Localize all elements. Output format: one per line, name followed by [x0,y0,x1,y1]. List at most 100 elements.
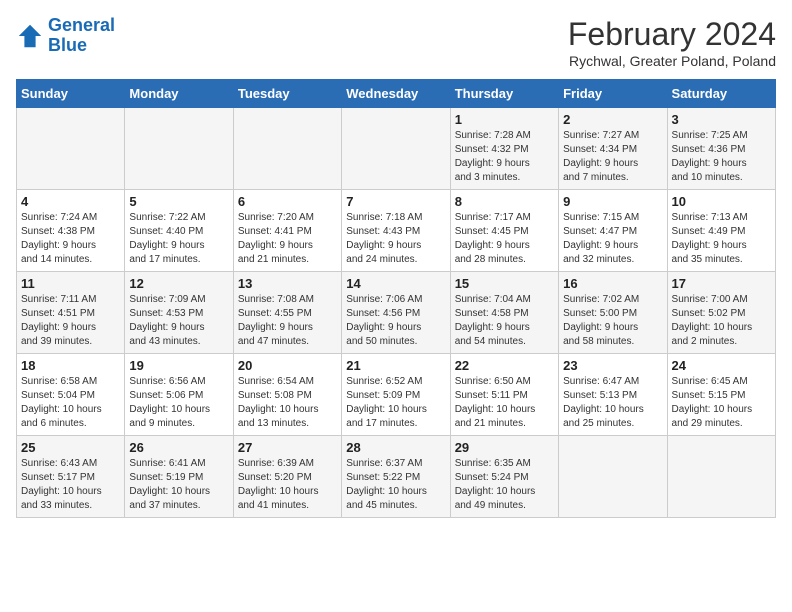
day-info: Sunrise: 6:37 AM Sunset: 5:22 PM Dayligh… [346,457,445,513]
weekday-header: Friday [559,80,667,108]
day-number: 18 [21,358,120,373]
calendar-cell [17,108,125,190]
day-number: 7 [346,194,445,209]
calendar-cell: 20 Sunrise: 6:54 AM Sunset: 5:08 PM Dayli… [233,354,341,436]
day-number: 8 [455,194,554,209]
day-number: 11 [21,276,120,291]
location-title: Rychwal, Greater Poland, Poland [568,53,776,69]
day-number: 26 [129,440,228,455]
calendar-cell: 24 Sunrise: 6:45 AM Sunset: 5:15 PM Dayli… [667,354,775,436]
day-number: 23 [563,358,662,373]
day-number: 22 [455,358,554,373]
calendar-cell: 18 Sunrise: 6:58 AM Sunset: 5:04 PM Dayli… [17,354,125,436]
day-info: Sunrise: 7:04 AM Sunset: 4:58 PM Dayligh… [455,293,554,349]
day-number: 29 [455,440,554,455]
day-number: 21 [346,358,445,373]
logo-line2: Blue [48,36,115,56]
day-info: Sunrise: 7:02 AM Sunset: 5:00 PM Dayligh… [563,293,662,349]
day-number: 20 [238,358,337,373]
calendar-cell: 5 Sunrise: 7:22 AM Sunset: 4:40 PM Daylig… [125,190,233,272]
title-area: February 2024 Rychwal, Greater Poland, P… [568,16,776,69]
logo-text: General Blue [48,16,115,56]
logo: General Blue [16,16,115,56]
calendar-cell: 21 Sunrise: 6:52 AM Sunset: 5:09 PM Dayli… [342,354,450,436]
day-number: 28 [346,440,445,455]
day-number: 24 [672,358,771,373]
calendar-cell [559,436,667,518]
page-header: General Blue February 2024 Rychwal, Grea… [16,16,776,69]
day-info: Sunrise: 7:06 AM Sunset: 4:56 PM Dayligh… [346,293,445,349]
day-number: 4 [21,194,120,209]
calendar-cell: 14 Sunrise: 7:06 AM Sunset: 4:56 PM Dayli… [342,272,450,354]
day-info: Sunrise: 7:24 AM Sunset: 4:38 PM Dayligh… [21,211,120,267]
day-info: Sunrise: 6:56 AM Sunset: 5:06 PM Dayligh… [129,375,228,431]
day-number: 6 [238,194,337,209]
day-number: 1 [455,112,554,127]
day-number: 27 [238,440,337,455]
day-number: 10 [672,194,771,209]
calendar-cell: 11 Sunrise: 7:11 AM Sunset: 4:51 PM Dayli… [17,272,125,354]
calendar-week-row: 1 Sunrise: 7:28 AM Sunset: 4:32 PM Daylig… [17,108,776,190]
calendar-cell: 27 Sunrise: 6:39 AM Sunset: 5:20 PM Dayli… [233,436,341,518]
calendar-cell: 19 Sunrise: 6:56 AM Sunset: 5:06 PM Dayli… [125,354,233,436]
calendar-cell [342,108,450,190]
calendar-cell: 6Sunrise: 7:20 AM Sunset: 4:41 PM Daylig… [233,190,341,272]
calendar-cell: 16Sunrise: 7:02 AM Sunset: 5:00 PM Dayli… [559,272,667,354]
day-info: Sunrise: 7:00 AM Sunset: 5:02 PM Dayligh… [672,293,771,349]
day-number: 15 [455,276,554,291]
day-info: Sunrise: 7:28 AM Sunset: 4:32 PM Dayligh… [455,129,554,185]
calendar-cell: 17 Sunrise: 7:00 AM Sunset: 5:02 PM Dayli… [667,272,775,354]
day-info: Sunrise: 7:15 AM Sunset: 4:47 PM Dayligh… [563,211,662,267]
day-info: Sunrise: 7:09 AM Sunset: 4:53 PM Dayligh… [129,293,228,349]
day-number: 14 [346,276,445,291]
calendar-cell: 10 Sunrise: 7:13 AM Sunset: 4:49 PM Dayli… [667,190,775,272]
day-info: Sunrise: 6:52 AM Sunset: 5:09 PM Dayligh… [346,375,445,431]
day-number: 17 [672,276,771,291]
calendar-cell [125,108,233,190]
day-info: Sunrise: 7:17 AM Sunset: 4:45 PM Dayligh… [455,211,554,267]
calendar-table: SundayMondayTuesdayWednesdayThursdayFrid… [16,79,776,518]
calendar-cell [667,436,775,518]
day-info: Sunrise: 6:41 AM Sunset: 5:19 PM Dayligh… [129,457,228,513]
weekday-header: Saturday [667,80,775,108]
day-info: Sunrise: 6:54 AM Sunset: 5:08 PM Dayligh… [238,375,337,431]
calendar-cell: 13 Sunrise: 7:08 AM Sunset: 4:55 PM Dayli… [233,272,341,354]
weekday-header: Thursday [450,80,558,108]
calendar-week-row: 25 Sunrise: 6:43 AM Sunset: 5:17 PM Dayli… [17,436,776,518]
calendar-cell: 28 Sunrise: 6:37 AM Sunset: 5:22 PM Dayli… [342,436,450,518]
logo-icon [16,22,44,50]
day-info: Sunrise: 7:08 AM Sunset: 4:55 PM Dayligh… [238,293,337,349]
calendar-cell: 25 Sunrise: 6:43 AM Sunset: 5:17 PM Dayli… [17,436,125,518]
calendar-cell: 29Sunrise: 6:35 AM Sunset: 5:24 PM Dayli… [450,436,558,518]
calendar-cell: 8 Sunrise: 7:17 AM Sunset: 4:45 PM Daylig… [450,190,558,272]
day-number: 12 [129,276,228,291]
day-info: Sunrise: 6:43 AM Sunset: 5:17 PM Dayligh… [21,457,120,513]
calendar-cell: 2 Sunrise: 7:27 AM Sunset: 4:34 PM Daylig… [559,108,667,190]
day-number: 13 [238,276,337,291]
day-info: Sunrise: 6:45 AM Sunset: 5:15 PM Dayligh… [672,375,771,431]
day-info: Sunrise: 6:47 AM Sunset: 5:13 PM Dayligh… [563,375,662,431]
day-number: 5 [129,194,228,209]
weekday-header-row: SundayMondayTuesdayWednesdayThursdayFrid… [17,80,776,108]
calendar-cell: 7Sunrise: 7:18 AM Sunset: 4:43 PM Daylig… [342,190,450,272]
day-info: Sunrise: 7:22 AM Sunset: 4:40 PM Dayligh… [129,211,228,267]
day-info: Sunrise: 7:11 AM Sunset: 4:51 PM Dayligh… [21,293,120,349]
calendar-cell: 1 Sunrise: 7:28 AM Sunset: 4:32 PM Daylig… [450,108,558,190]
day-info: Sunrise: 6:58 AM Sunset: 5:04 PM Dayligh… [21,375,120,431]
calendar-week-row: 4 Sunrise: 7:24 AM Sunset: 4:38 PM Daylig… [17,190,776,272]
day-number: 25 [21,440,120,455]
weekday-header: Monday [125,80,233,108]
calendar-cell: 15 Sunrise: 7:04 AM Sunset: 4:58 PM Dayli… [450,272,558,354]
day-info: Sunrise: 6:39 AM Sunset: 5:20 PM Dayligh… [238,457,337,513]
day-info: Sunrise: 7:25 AM Sunset: 4:36 PM Dayligh… [672,129,771,185]
month-title: February 2024 [568,16,776,53]
calendar-cell [233,108,341,190]
calendar-cell: 9 Sunrise: 7:15 AM Sunset: 4:47 PM Daylig… [559,190,667,272]
day-number: 2 [563,112,662,127]
day-number: 9 [563,194,662,209]
day-info: Sunrise: 7:13 AM Sunset: 4:49 PM Dayligh… [672,211,771,267]
calendar-cell: 23 Sunrise: 6:47 AM Sunset: 5:13 PM Dayli… [559,354,667,436]
day-number: 19 [129,358,228,373]
day-info: Sunrise: 7:27 AM Sunset: 4:34 PM Dayligh… [563,129,662,185]
weekday-header: Tuesday [233,80,341,108]
